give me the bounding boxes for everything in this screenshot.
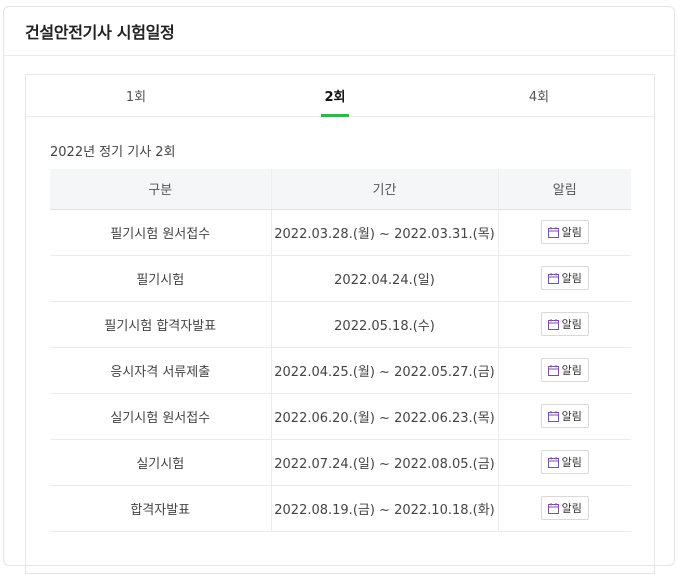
row-category: 응시자격 서류제출 [50,347,271,394]
table-header-row: 구분 기간 알림 [50,169,631,210]
table-row: 필기시험 합격자발표 2022.05.18.(수) 알림 [50,301,631,348]
row-period: 2022.07.24.(일) ~ 2022.08.05.(금) [270,439,499,486]
alarm-button[interactable]: 알림 [540,496,589,520]
tab-round-2[interactable]: 2회 [246,75,424,116]
row-category: 실기시험 원서접수 [50,393,271,440]
card-header: 건설안전기사 시험일정 [4,7,674,56]
tab-label: 2회 [324,90,346,105]
alarm-button[interactable]: 알림 [540,266,589,290]
row-alarm-cell: 알림 [498,393,631,440]
calendar-icon [547,410,559,422]
schedule-panel: 1회 2회 4회 2022년 정기 기사 2회 구분 기간 알림 필기시험 원서… [25,74,655,574]
calendar-icon [547,318,559,330]
tab-round-4[interactable]: 4회 [424,75,654,116]
row-period: 2022.04.24.(일) [270,255,499,302]
row-category: 필기시험 합격자발표 [50,301,271,348]
alarm-button[interactable]: 알림 [540,220,589,244]
alarm-button-label: 알림 [561,272,582,285]
table-row: 실기시험 2022.07.24.(일) ~ 2022.08.05.(금) 알림 [50,439,631,486]
alarm-button[interactable]: 알림 [540,312,589,336]
section-title: 2022년 정기 기사 2회 [50,145,176,160]
calendar-icon [547,272,559,284]
table-row: 응시자격 서류제출 2022.04.25.(월) ~ 2022.05.27.(금… [50,347,631,394]
row-alarm-cell: 알림 [498,209,631,256]
alarm-button-label: 알림 [561,226,582,239]
row-alarm-cell: 알림 [498,439,631,486]
row-category: 합격자발표 [50,485,271,532]
row-category: 필기시험 [50,255,271,302]
alarm-button-label: 알림 [561,364,582,377]
tab-label: 1회 [125,90,147,105]
tab-label: 4회 [528,90,550,105]
alarm-button[interactable]: 알림 [540,404,589,428]
calendar-icon [547,502,559,514]
calendar-icon [547,456,559,468]
alarm-button-label: 알림 [561,502,582,515]
round-tabs: 1회 2회 4회 [26,75,654,117]
table-row: 실기시험 원서접수 2022.06.20.(월) ~ 2022.06.23.(목… [50,393,631,440]
alarm-button-label: 알림 [561,456,582,469]
row-alarm-cell: 알림 [498,347,631,394]
row-alarm-cell: 알림 [498,485,631,532]
row-alarm-cell: 알림 [498,255,631,302]
row-period: 2022.05.18.(수) [270,301,499,348]
row-period: 2022.04.25.(월) ~ 2022.05.27.(금) [270,347,499,394]
row-period: 2022.08.19.(금) ~ 2022.10.18.(화) [270,485,499,532]
header-period: 기간 [270,169,499,210]
row-category: 실기시험 [50,439,271,486]
table-row: 필기시험 2022.04.24.(일) 알림 [50,255,631,302]
tab-round-1[interactable]: 1회 [26,75,246,116]
row-alarm-cell: 알림 [498,301,631,348]
schedule-table: 구분 기간 알림 필기시험 원서접수 2022.03.28.(월) ~ 2022… [50,169,631,532]
schedule-card: 건설안전기사 시험일정 1회 2회 4회 2022년 정기 기사 2회 구분 기… [3,6,675,574]
row-category: 필기시험 원서접수 [50,209,271,256]
row-period: 2022.03.28.(월) ~ 2022.03.31.(목) [270,209,499,256]
row-period: 2022.06.20.(월) ~ 2022.06.23.(목) [270,393,499,440]
table-row: 필기시험 원서접수 2022.03.28.(월) ~ 2022.03.31.(목… [50,209,631,256]
page-title: 건설안전기사 시험일정 [25,23,175,42]
header-category: 구분 [50,169,271,210]
alarm-button-label: 알림 [561,318,582,331]
calendar-icon [547,364,559,376]
alarm-button-label: 알림 [561,410,582,423]
header-alarm: 알림 [498,169,631,210]
table-row: 합격자발표 2022.08.19.(금) ~ 2022.10.18.(화) 알림 [50,485,631,532]
alarm-button[interactable]: 알림 [540,450,589,474]
alarm-button[interactable]: 알림 [540,358,589,382]
calendar-icon [547,226,559,238]
